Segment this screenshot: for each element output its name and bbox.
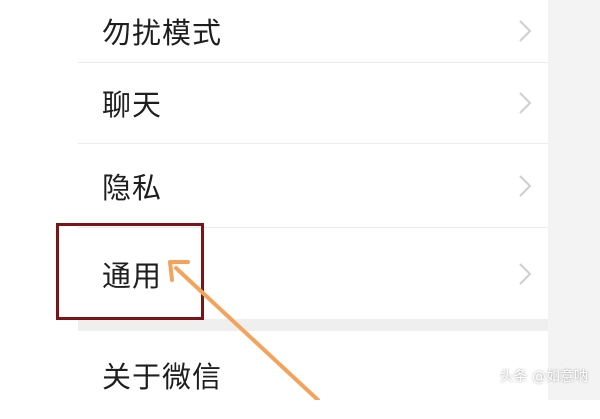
- watermark: 头条 @如意呐: [499, 369, 588, 385]
- pointer-arrow-icon: [168, 260, 320, 400]
